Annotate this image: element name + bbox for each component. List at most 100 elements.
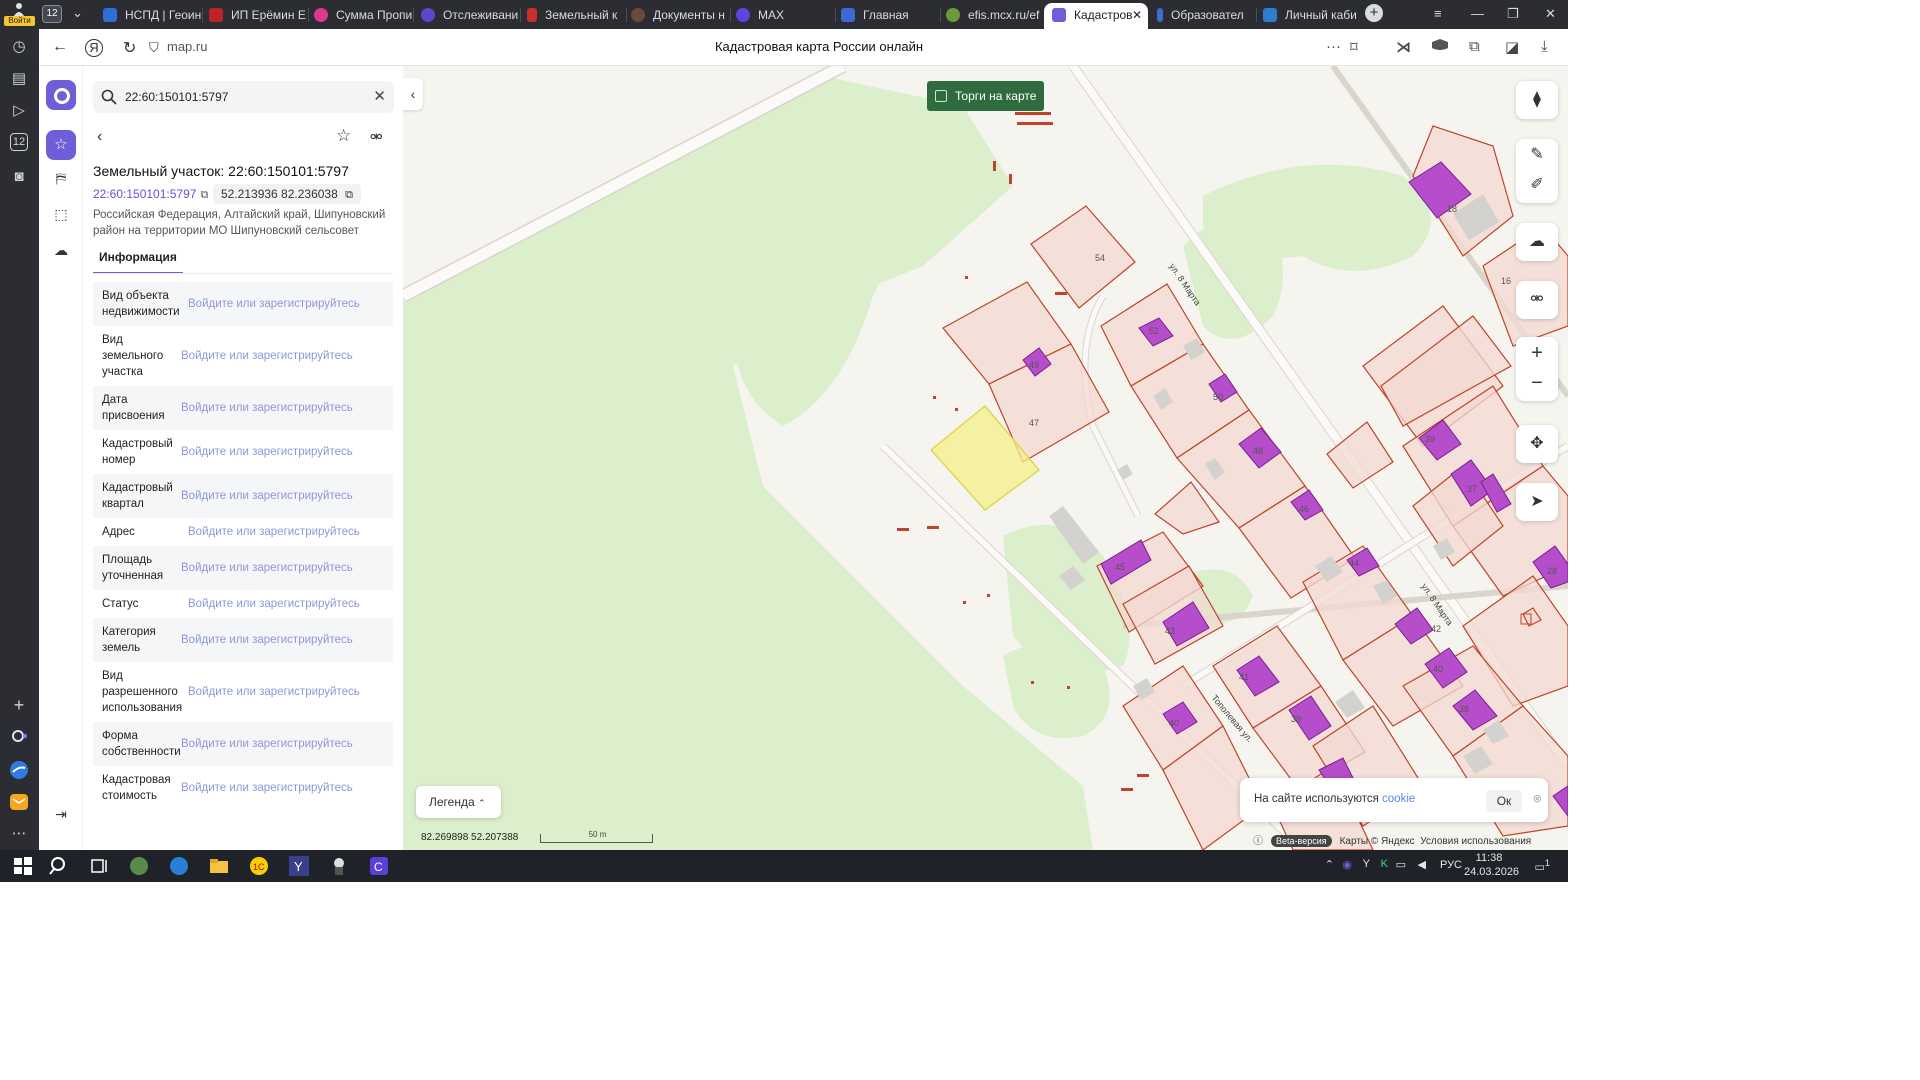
bookmark-icon[interactable]: ⌑ [1350,38,1358,56]
app-icon[interactable]: C [368,856,390,876]
close-tab-icon[interactable]: ✕ [1132,3,1142,27]
extension-icon[interactable]: ⋊ [1396,38,1411,56]
tab[interactable]: Документы н [631,3,731,27]
extension-icon[interactable] [1431,38,1449,56]
alice-icon[interactable] [8,727,30,749]
back-icon[interactable]: ← [52,38,68,56]
menu-icon[interactable]: ≡ [1434,6,1442,21]
tab[interactable]: ИП Ерёмин Е [209,3,309,27]
zoom-out-icon[interactable]: − [1516,369,1558,401]
login-link[interactable]: Войдите или зарегистрируйтесь [181,446,353,458]
login-link[interactable]: Войдите или зарегистрируйтесь [188,598,360,610]
map-graphics[interactable]: 54 52 49 50 47 48 45 46 44 43 42 41 40 3… [403,66,1568,850]
cookie-link[interactable]: cookie [1382,793,1415,805]
play-icon[interactable]: ▷ [8,100,30,122]
file-explorer-icon[interactable] [208,856,230,876]
tab[interactable]: НСПД | Геоин [103,3,203,27]
history-icon[interactable]: ◷ [8,36,30,58]
restore-icon[interactable]: ❐ [1507,6,1519,22]
move-icon[interactable]: ✥ [1516,425,1558,463]
login-link[interactable]: Войдите или зарегистрируйтесь [188,526,360,538]
more-icon[interactable]: ⋯ [8,823,30,845]
logout-icon[interactable]: ⇥ [51,806,71,826]
downloads-icon[interactable]: ⤓ [1541,38,1548,55]
terms-link[interactable]: Условия использования [1420,836,1531,847]
tab[interactable]: Земельный к [527,3,627,27]
tab-list-chevron-icon[interactable]: ⌄ [72,5,83,21]
extension-icon[interactable]: ◪ [1505,38,1519,56]
tab[interactable]: Образовател [1157,3,1257,27]
collections-icon[interactable]: ⧉ [1469,38,1480,55]
torgi-checkbox[interactable] [935,90,947,102]
windows-start-icon[interactable] [12,856,34,876]
cookie-ok-button[interactable]: Ок [1486,790,1522,812]
volume-icon[interactable]: ◀ [1418,858,1426,871]
tab[interactable]: efis.mcx.ru/ef [946,3,1042,27]
map-canvas[interactable]: 54 52 49 50 47 48 45 46 44 43 42 41 40 3… [403,66,1568,850]
mail-icon[interactable] [8,792,30,814]
share-icon[interactable]: ⚮ [370,128,383,146]
site-logo[interactable] [46,80,76,110]
app-icon[interactable] [128,856,150,876]
login-button[interactable]: Войти [4,2,35,26]
login-link[interactable]: Войдите или зарегистрируйтесь [181,350,353,362]
login-link[interactable]: Войдите или зарегистрируйтесь [188,686,360,698]
security-shield-icon[interactable]: ⛉ [149,40,159,56]
tab[interactable]: Главная [841,3,941,27]
login-link[interactable]: Войдите или зарегистрируйтесь [188,298,360,310]
yandex-icon[interactable]: Я [85,39,103,57]
cloud-icon[interactable]: ☁ [51,242,71,262]
camera-icon[interactable]: ◙ [8,166,30,188]
back-button[interactable]: ‹ [97,128,102,146]
edit-icon[interactable]: ✐ [1516,171,1558,203]
clock-time[interactable]: 11:38 [1464,852,1514,864]
locate-icon[interactable]: ➤ [1516,483,1558,521]
new-tab-icon[interactable]: + [1365,4,1383,22]
tray-app-icon[interactable]: K [1381,858,1388,870]
login-link[interactable]: Войдите или зарегистрируйтесь [181,490,353,502]
tab-information[interactable]: Информация [93,248,183,274]
tab[interactable]: Сумма Пропи [314,3,414,27]
login-link[interactable]: Войдите или зарегистрируйтесь [181,562,353,574]
search-taskbar-icon[interactable] [48,856,70,876]
messenger-icon[interactable] [8,760,30,782]
search-input[interactable] [125,87,365,107]
info-icon[interactable]: ⓘ [1253,836,1263,847]
collapse-panel-button[interactable]: ‹ [403,78,423,110]
login-link[interactable]: Войдите или зарегистрируйтесь [181,634,353,646]
torgi-toggle[interactable]: Торги на карте [927,81,1044,111]
login-link[interactable]: Войдите или зарегистрируйтесь [181,782,353,794]
attribution-text[interactable]: Карты © Яндекс [1340,836,1415,847]
favorites-star-icon[interactable]: ☆ [46,130,76,160]
app-icon[interactable] [328,856,350,876]
tray-app-icon[interactable]: ◉ [1342,858,1352,871]
minimize-icon[interactable]: — [1471,6,1484,21]
zoom-in-icon[interactable]: + [1516,337,1558,369]
login-link[interactable]: Войдите или зарегистрируйтесь [181,402,353,414]
tray-app-icon[interactable]: Y [1363,858,1370,870]
tray-chevron-icon[interactable]: ⌃ [1325,858,1334,871]
clear-search-icon[interactable]: ✕ [373,87,386,105]
upload-cloud-icon[interactable]: ☁ [1516,223,1558,261]
1c-icon[interactable]: 1C [248,856,270,876]
cad-number-link[interactable]: 22:60:150101:5797 ⧉ [93,187,208,202]
tray-app-icon[interactable]: ▭ [1396,858,1406,871]
language-indicator[interactable]: РУС [1440,859,1462,871]
calendar-icon[interactable]: 12 [10,133,28,151]
copy-icon[interactable]: ⧉ [345,189,353,201]
route-icon[interactable]: ⛿ [51,170,71,190]
yandex-browser-taskbar-icon[interactable]: Y [288,856,310,876]
copy-icon[interactable]: ⧉ [200,189,208,201]
tab-counter[interactable]: 12 [42,5,62,23]
app-icon[interactable] [168,856,190,876]
close-cookie-icon[interactable]: ⊗ [1533,792,1542,805]
reload-icon[interactable]: ↻ [123,38,136,58]
tab-active[interactable]: Кадастров ✕ [1044,3,1148,29]
notification-icon[interactable]: ▭1 [1535,858,1551,874]
select-area-icon[interactable]: ⬚ [51,206,71,226]
add-icon[interactable]: + [8,694,30,716]
more-options-icon[interactable]: ··· [1326,38,1341,55]
tab[interactable]: MAX [736,3,836,27]
layers-icon[interactable]: ⧫ [1516,81,1558,119]
clock-date[interactable]: 24.03.2026 [1464,866,1519,878]
